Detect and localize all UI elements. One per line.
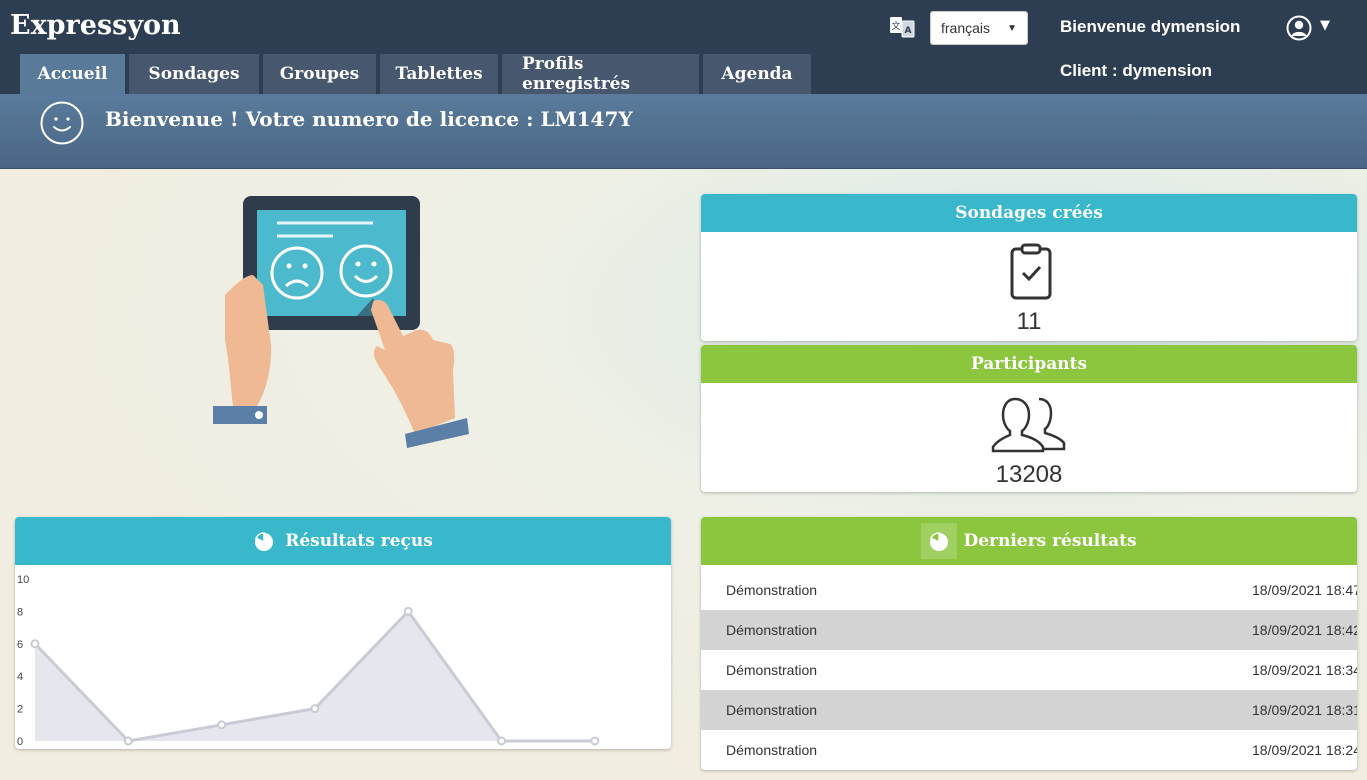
result-survey-name: Démonstration [726,742,818,758]
tab-sondages[interactable]: Sondages [129,54,259,94]
latest-results-header: Derniers résultats [701,517,1357,565]
tablet-illustration [213,196,469,448]
app-title: Expressyon [10,10,181,41]
y-tick-label: 2 [17,704,23,716]
language-select-value: français [941,20,991,36]
latest-results-icon-box [921,523,958,559]
data-point[interactable] [497,736,506,746]
surveys-created-value: 11 [1016,308,1042,335]
svg-text:A: A [905,26,912,36]
series-area [35,611,595,741]
data-point[interactable] [590,736,600,746]
result-row[interactable]: Démonstration 18/09/2021 18:31 [701,690,1357,730]
data-point[interactable] [310,704,320,714]
results-received-header: Résultats reçus [15,517,671,565]
result-survey-name: Démonstration [726,622,818,638]
y-tick-label: 0 [17,736,23,748]
surveys-created-title: Sondages créés [701,194,1357,232]
y-tick-label: 8 [17,606,23,618]
y-tick-label: 6 [17,639,23,651]
users-icon [991,397,1066,453]
results-line-chart: 0 2 4 6 8 10 [17,574,600,748]
results-received-title: Résultats reçus [285,531,433,551]
data-point[interactable] [123,736,133,746]
y-tick-label: 10 [17,574,29,586]
results-received-card: Résultats reçus 0 2 4 6 8 10 [15,517,671,749]
welcome-user: Bienvenue dymension [1060,17,1241,36]
participants-card: Participants 13208 [701,345,1357,492]
surveys-created-card: Sondages créés 11 [701,194,1357,341]
welcome-banner [0,94,1367,169]
user-menu-caret-icon[interactable]: ▼ [1320,18,1330,33]
data-point[interactable] [217,720,227,730]
translate-icon[interactable]: 文 A [889,14,915,40]
result-date: 18/09/2021 18:47 [1252,582,1357,598]
license-message: Bienvenue ! Votre numero de licence : LM… [105,107,633,131]
result-date: 18/09/2021 18:42 [1252,622,1357,638]
result-row[interactable]: Démonstration 18/09/2021 18:47 [701,570,1357,610]
tab-groupes[interactable]: Groupes [263,54,376,94]
tab-accueil[interactable]: Accueil [20,54,125,94]
result-survey-name: Démonstration [726,662,818,678]
result-survey-name: Démonstration [726,702,818,718]
tab-agenda[interactable]: Agenda [703,54,811,94]
client-name: Client : dymension [1060,61,1213,80]
user-avatar-icon[interactable] [1286,15,1312,41]
result-row[interactable]: Démonstration 18/09/2021 18:24 [701,730,1357,770]
latest-results-card: Derniers résultats Démonstration 18/09/2… [701,517,1357,770]
participants-title: Participants [701,345,1357,383]
chevron-down-icon: ▼ [1007,22,1017,34]
result-date: 18/09/2021 18:24 [1252,742,1357,758]
smiley-icon [40,101,84,145]
pie-chart-icon [255,532,274,551]
svg-text:文: 文 [891,20,900,32]
main-tabs: Accueil Sondages Groupes Tablettes Profi… [20,54,815,94]
clipboard-check-icon [1010,243,1052,300]
result-date: 18/09/2021 18:31 [1252,702,1357,718]
result-row[interactable]: Démonstration 18/09/2021 18:42 [701,610,1357,650]
data-point[interactable] [30,639,40,649]
result-date: 18/09/2021 18:34 [1252,662,1357,678]
tab-tablettes[interactable]: Tablettes [380,54,498,94]
participants-value: 13208 [995,461,1063,488]
result-row[interactable]: Démonstration 18/09/2021 18:34 [701,650,1357,690]
y-tick-label: 4 [17,671,23,683]
result-survey-name: Démonstration [726,582,818,598]
latest-results-title: Derniers résultats [963,531,1137,551]
language-select[interactable]: français ▼ [930,11,1028,45]
pie-chart-icon [930,532,949,551]
data-point[interactable] [403,606,413,616]
tab-profils-enregistres[interactable]: Profils enregistrés [502,54,699,94]
